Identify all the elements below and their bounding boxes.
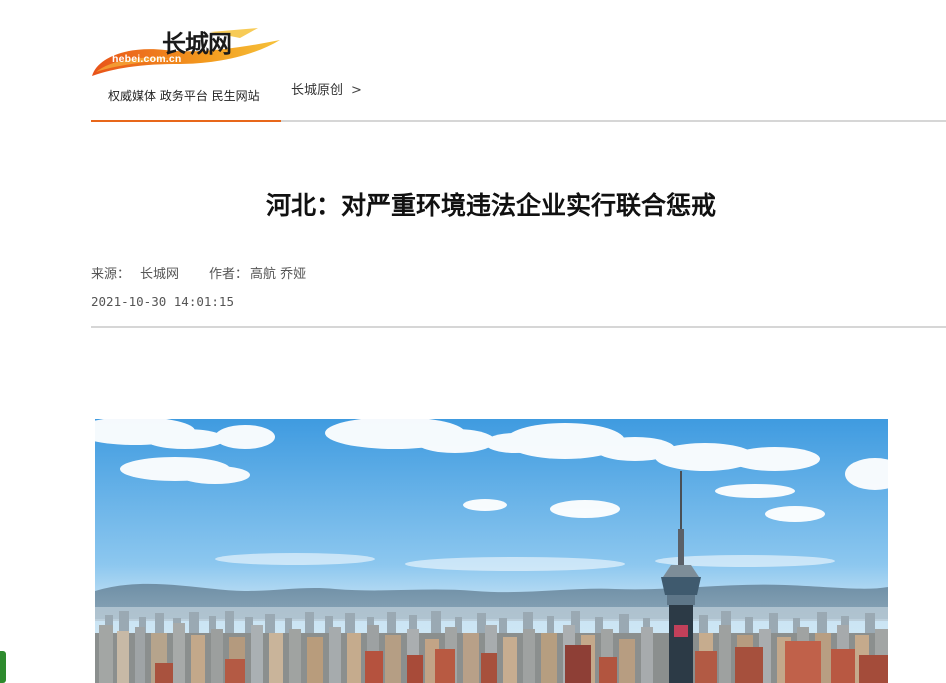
source-value[interactable]: 长城网 [140, 267, 179, 282]
author-label: 作者： [209, 267, 249, 282]
article-title: 河北：对严重环境违法企业实行联合惩戒 [265, 191, 716, 220]
city-skyline-photo [95, 419, 888, 683]
article-photo [95, 419, 888, 683]
author-value: 高航 乔娅 [250, 267, 307, 282]
breadcrumb-item-section[interactable]: 长城原创 [291, 83, 343, 98]
breadcrumb: 长城原创 > [291, 79, 362, 98]
breadcrumb-separator: > [351, 83, 362, 98]
header-divider-accent [91, 120, 281, 122]
site-header: 长城网 hebei.com.cn 权威媒体 政务平台 民生网站 长城原创 > [0, 0, 946, 125]
logo-domain: hebei.com.cn [112, 53, 182, 65]
side-float-tab[interactable] [0, 651, 6, 683]
meta-divider [91, 326, 946, 328]
logo-slogan: 权威媒体 政务平台 民生网站 [108, 89, 260, 103]
source-label: 来源： [91, 267, 131, 282]
site-logo[interactable]: 长城网 hebei.com.cn 权威媒体 政务平台 民生网站 [90, 18, 282, 108]
article-meta: 来源： 长城网 作者： 高航 乔娅 [91, 263, 306, 282]
publish-datetime: 2021-10-30 14:01:15 [91, 294, 234, 309]
